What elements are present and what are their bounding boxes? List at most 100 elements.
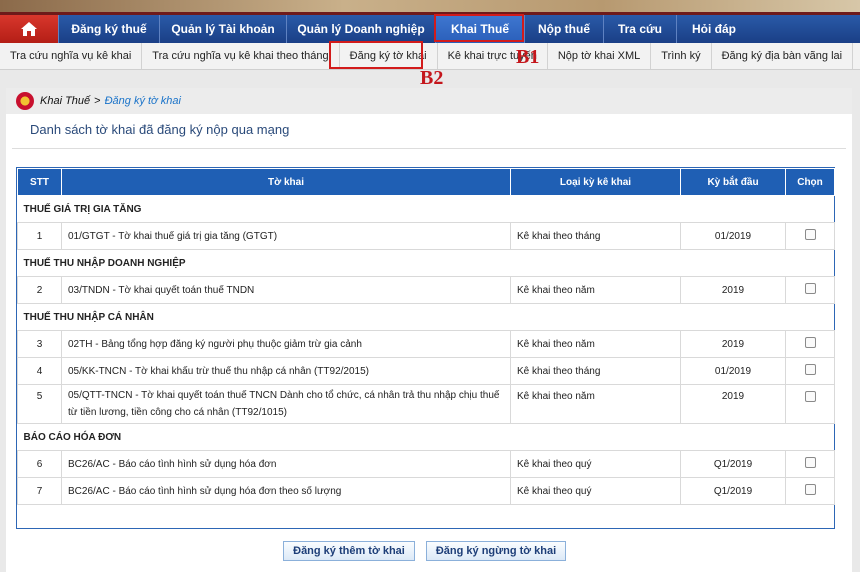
cell-stt: 7	[17, 477, 62, 505]
cell-start: 01/2019	[680, 357, 786, 385]
table-header-row: STT Tờ khai Loại kỳ kê khai Kỳ bắt đầu C…	[17, 168, 835, 196]
group-name: THUẾ GIÁ TRỊ GIA TĂNG	[17, 195, 835, 223]
nav-quan-ly-tai-khoan[interactable]: Quản lý Tài khoản	[159, 15, 286, 43]
subnav-label: Đăng ký địa bàn vãng lai	[721, 50, 843, 62]
registered-forms-table: STT Tờ khai Loại kỳ kê khai Kỳ bắt đầu C…	[16, 167, 835, 529]
cell-period-type: Kê khai theo năm	[510, 384, 681, 424]
col-header-select: Chọn	[785, 168, 835, 196]
group-name: THUẾ THU NHẬP DOANH NGHIỆP	[17, 249, 835, 277]
subnav-label: Tra cứu nghĩa vụ kê khai	[10, 50, 132, 62]
col-header-stt: STT	[17, 168, 62, 196]
col-header-form: Tờ khai	[61, 168, 511, 196]
cell-select	[785, 222, 835, 250]
cell-form: 05/QTT-TNCN - Tờ khai quyết toán thuế TN…	[61, 384, 511, 424]
group-name: BÁO CÁO HÓA ĐƠN	[17, 423, 835, 451]
table-row: 5 05/QTT-TNCN - Tờ khai quyết toán thuế …	[17, 384, 835, 424]
subnav-trinh-ky[interactable]: Trình ký	[651, 43, 712, 69]
sub-nav: Tra cứu nghĩa vụ kê khai Tra cứu nghĩa v…	[0, 43, 860, 70]
cell-select	[785, 450, 835, 478]
select-checkbox[interactable]	[804, 229, 816, 240]
breadcrumb-root[interactable]: Khai Thuế	[40, 95, 90, 107]
cell-period-type: Kê khai theo năm	[510, 276, 681, 304]
cell-form: BC26/AC - Báo cáo tình hình sử dụng hóa …	[61, 450, 511, 478]
select-checkbox[interactable]	[804, 391, 816, 402]
group-row: THUẾ GIÁ TRỊ GIA TĂNG	[17, 195, 835, 223]
nav-dang-ky-thue[interactable]: Đăng ký thuế	[58, 15, 159, 43]
subnav-tra-cuu-nghia-vu[interactable]: Tra cứu nghĩa vụ kê khai	[0, 43, 143, 69]
table-row: 4 05/KK-TNCN - Tờ khai khấu trừ thuế thu…	[17, 357, 835, 385]
cell-period-type: Kê khai theo năm	[510, 330, 681, 358]
group-row: BÁO CÁO HÓA ĐƠN	[17, 423, 835, 451]
nav-nop-thue[interactable]: Nộp thuế	[524, 15, 603, 43]
table-row: 7 BC26/AC - Báo cáo tình hình sử dụng hó…	[17, 477, 835, 505]
cell-form: 05/KK-TNCN - Tờ khai khấu trừ thuế thu n…	[61, 357, 511, 385]
cell-stt: 2	[17, 276, 62, 304]
main-nav: Đăng ký thuế Quản lý Tài khoản Quản lý D…	[0, 15, 860, 43]
cell-form: 03/TNDN - Tờ khai quyết toán thuế TNDN	[61, 276, 511, 304]
table-row: 1 01/GTGT - Tờ khai thuế giá trị gia tăn…	[17, 222, 835, 250]
step-marker-b1: B1	[516, 46, 540, 68]
cell-select	[785, 384, 835, 424]
nav-quan-ly-doanh-nghiep[interactable]: Quản lý Doanh nghiệp	[286, 15, 435, 43]
cell-stt: 5	[17, 384, 62, 424]
stop-form-button[interactable]: Đăng ký ngừng tờ khai	[426, 541, 566, 561]
breadcrumb-current[interactable]: Đăng ký tờ khai	[105, 95, 181, 107]
nav-label: Hỏi đáp	[692, 22, 736, 36]
subnav-label: Tra cứu nghĩa vụ kê khai theo tháng	[152, 50, 329, 62]
select-checkbox[interactable]	[804, 457, 816, 468]
cell-select	[785, 357, 835, 385]
content-panel: Danh sách tờ khai đã đăng ký nộp qua mạn…	[6, 114, 852, 572]
subnav-label: Nộp tờ khai XML	[557, 50, 641, 62]
subnav-dang-ky-dia-ban[interactable]: Đăng ký địa bàn vãng lai	[712, 43, 854, 69]
group-row: THUẾ THU NHẬP CÁ NHÂN	[17, 303, 835, 331]
cell-period-type: Kê khai theo quý	[510, 477, 681, 505]
cell-select	[785, 477, 835, 505]
subnav-label: Trình ký	[661, 50, 701, 62]
page-title: Danh sách tờ khai đã đăng ký nộp qua mạn…	[30, 122, 290, 137]
select-checkbox[interactable]	[804, 283, 816, 294]
nav-hoi-dap[interactable]: Hỏi đáp	[676, 15, 751, 43]
subnav-nop-to-khai-xml[interactable]: Nộp tờ khai XML	[548, 43, 652, 69]
col-header-period-type: Loại kỳ kê khai	[510, 168, 681, 196]
table-row: 2 03/TNDN - Tờ khai quyết toán thuế TNDN…	[17, 276, 835, 304]
cell-period-type: Kê khai theo tháng	[510, 222, 681, 250]
add-form-button[interactable]: Đăng ký thêm tờ khai	[283, 541, 415, 561]
cell-stt: 1	[17, 222, 62, 250]
cell-stt: 3	[17, 330, 62, 358]
group-row: THUẾ THU NHẬP DOANH NGHIỆP	[17, 249, 835, 277]
cell-start: 2019	[680, 384, 786, 424]
group-name: THUẾ THU NHẬP CÁ NHÂN	[17, 303, 835, 331]
cell-start: Q1/2019	[680, 450, 786, 478]
cell-form: 02TH - Bảng tổng hợp đăng ký người phụ t…	[61, 330, 511, 358]
cell-start: Q1/2019	[680, 477, 786, 505]
col-header-start: Kỳ bắt đầu	[680, 168, 786, 196]
cell-form: 01/GTGT - Tờ khai thuế giá trị gia tăng …	[61, 222, 511, 250]
nav-label: Nộp thuế	[538, 22, 590, 36]
select-checkbox[interactable]	[804, 337, 816, 348]
national-emblem-icon: ★	[16, 92, 34, 110]
nav-label: Đăng ký thuế	[71, 22, 147, 36]
nav-label: Tra cứu	[617, 22, 663, 36]
cell-select	[785, 330, 835, 358]
home-icon	[21, 22, 37, 36]
home-button[interactable]	[0, 15, 58, 43]
table-row: 6 BC26/AC - Báo cáo tình hình sử dụng hó…	[17, 450, 835, 478]
breadcrumb-separator: >	[94, 95, 101, 107]
table-row: 3 02TH - Bảng tổng hợp đăng ký người phụ…	[17, 330, 835, 358]
cell-period-type: Kê khai theo quý	[510, 450, 681, 478]
cell-stt: 4	[17, 357, 62, 385]
divider	[12, 148, 846, 149]
breadcrumb: ★ Khai Thuế > Đăng ký tờ khai	[6, 88, 852, 114]
nav-label: Quản lý Tài khoản	[171, 22, 275, 36]
nav-tra-cuu[interactable]: Tra cứu	[603, 15, 676, 43]
cell-stt: 6	[17, 450, 62, 478]
nav-label: Quản lý Doanh nghiệp	[297, 22, 425, 36]
cell-start: 2019	[680, 276, 786, 304]
cell-start: 01/2019	[680, 222, 786, 250]
highlight-box-b2	[329, 41, 423, 69]
subnav-tra-cuu-theo-thang[interactable]: Tra cứu nghĩa vụ kê khai theo tháng	[142, 43, 340, 69]
cell-period-type: Kê khai theo tháng	[510, 357, 681, 385]
select-checkbox[interactable]	[804, 484, 816, 495]
select-checkbox[interactable]	[804, 364, 816, 375]
cell-form: BC26/AC - Báo cáo tình hình sử dụng hóa …	[61, 477, 511, 505]
